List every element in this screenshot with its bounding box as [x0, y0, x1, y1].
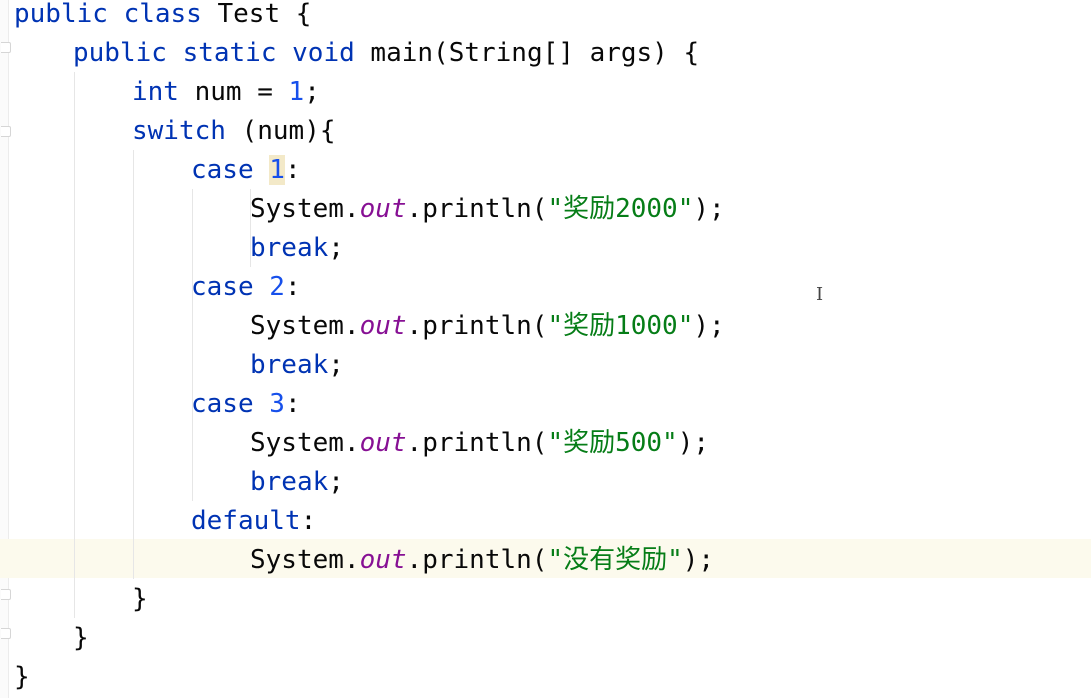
code-line-1[interactable]: public class Test {: [14, 0, 311, 34]
code-token: main(String[] args) {: [370, 38, 700, 68]
code-token: 1: [288, 77, 305, 107]
fold-marker-icon[interactable]: [1, 126, 11, 137]
code-token: ;: [328, 467, 344, 497]
code-token: int: [132, 77, 195, 107]
code-token: );: [693, 311, 725, 341]
code-token: "奖励1000": [547, 311, 694, 341]
code-token: switch: [132, 116, 242, 146]
code-line-6[interactable]: System.out.println("奖励2000");: [250, 190, 725, 229]
code-token: :: [300, 506, 317, 536]
code-token: System.: [250, 194, 360, 224]
code-line-5[interactable]: case 1:: [191, 151, 301, 190]
code-token: break: [250, 467, 329, 497]
code-token: ;: [328, 233, 344, 263]
code-token: System.: [250, 545, 360, 575]
code-line-14[interactable]: default:: [191, 502, 316, 541]
code-token: :: [284, 389, 301, 419]
code-token: :: [284, 272, 301, 302]
code-token: ;: [304, 77, 320, 107]
code-token: );: [682, 545, 715, 575]
code-token: }: [73, 623, 89, 653]
code-token: out: [359, 428, 407, 458]
fold-marker-icon[interactable]: [1, 589, 11, 600]
code-token: }: [132, 584, 148, 614]
code-token: default: [191, 506, 301, 536]
code-line-10[interactable]: break;: [250, 346, 344, 385]
indent-guide: [74, 72, 75, 618]
code-line-2[interactable]: public static void main(String[] args) {: [73, 34, 699, 73]
code-line-4[interactable]: switch (num){: [132, 112, 336, 151]
code-line-17[interactable]: }: [73, 619, 89, 658]
code-token: break: [250, 233, 329, 263]
code-token: System.: [250, 428, 360, 458]
code-token: out: [359, 311, 407, 341]
code-token: 2: [269, 272, 285, 302]
fold-marker-icon[interactable]: [1, 628, 11, 639]
code-token: case: [191, 389, 270, 419]
code-token: (num){: [241, 116, 336, 146]
code-token: .println(: [406, 428, 548, 458]
code-token: }: [14, 662, 30, 692]
code-token: break: [250, 350, 329, 380]
code-token: "奖励500": [547, 428, 678, 458]
code-token: "奖励2000": [547, 194, 694, 224]
code-line-15[interactable]: System.out.println("没有奖励");: [250, 541, 714, 580]
code-line-9[interactable]: System.out.println("奖励1000");: [250, 307, 725, 346]
code-line-13[interactable]: break;: [250, 463, 344, 502]
code-line-7[interactable]: break;: [250, 229, 344, 268]
code-token: );: [693, 194, 725, 224]
code-line-3[interactable]: int num = 1;: [132, 73, 320, 112]
code-token: .println(: [406, 311, 548, 341]
code-line-16[interactable]: }: [132, 580, 148, 619]
code-token: case: [191, 272, 270, 302]
code-line-8[interactable]: case 2:: [191, 268, 301, 307]
code-token: ;: [328, 350, 344, 380]
code-line-11[interactable]: case 3:: [191, 385, 301, 424]
code-token: "没有奖励": [547, 545, 683, 575]
code-token: public static void: [73, 38, 371, 68]
code-line-18[interactable]: }: [14, 658, 30, 697]
code-token: System.: [250, 311, 360, 341]
text-cursor-icon: I: [816, 284, 824, 305]
editor-gutter: [0, 0, 11, 698]
code-line-12[interactable]: System.out.println("奖励500");: [250, 424, 709, 463]
code-token: case: [191, 155, 270, 185]
indent-guide: [192, 189, 193, 501]
code-token: );: [677, 428, 710, 458]
matched-token-highlight: 1: [269, 155, 285, 185]
code-token: :: [284, 155, 301, 185]
code-token: out: [359, 194, 407, 224]
code-editor[interactable]: public class Test {public static void ma…: [0, 0, 1091, 698]
code-token: Test {: [217, 0, 312, 29]
code-token: public class: [14, 0, 218, 29]
code-token: .println(: [406, 194, 548, 224]
code-token: out: [359, 545, 407, 575]
code-token: num =: [194, 77, 289, 107]
code-token: .println(: [406, 545, 548, 575]
code-token: 3: [269, 389, 285, 419]
indent-guide: [133, 150, 134, 579]
fold-marker-icon[interactable]: [1, 42, 11, 53]
